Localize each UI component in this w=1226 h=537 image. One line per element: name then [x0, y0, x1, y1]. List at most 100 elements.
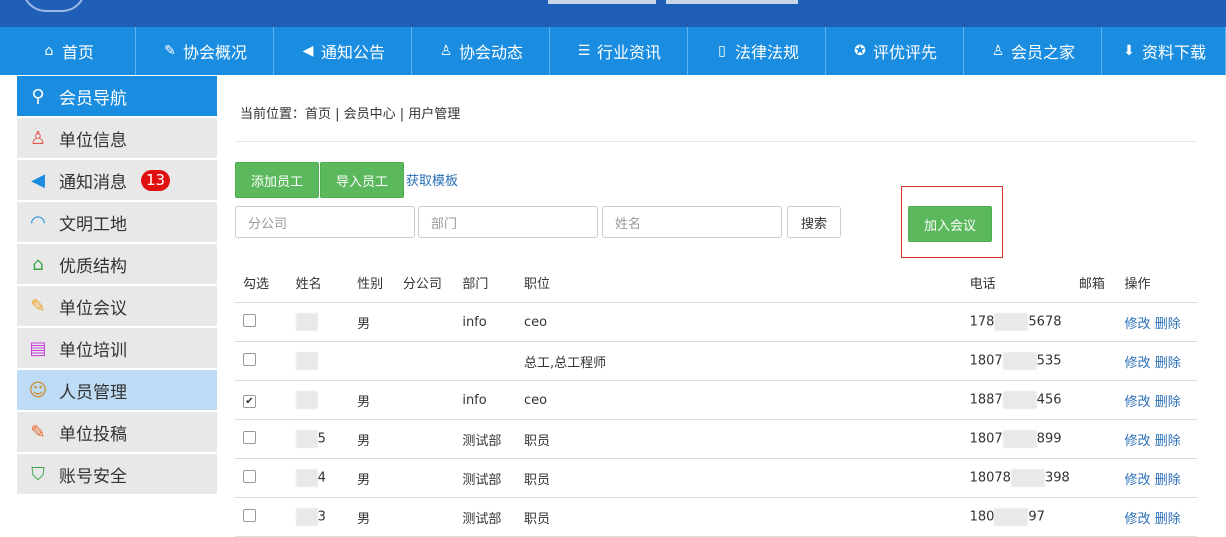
- column-header: 部门: [462, 262, 524, 303]
- delete-link[interactable]: 删除: [1155, 317, 1181, 332]
- house-icon: ⌂: [32, 253, 44, 275]
- delete-link[interactable]: 删除: [1155, 473, 1181, 488]
- top-tab[interactable]: [548, 0, 656, 4]
- sidebar-item-0[interactable]: ⚲ 会员导航: [17, 76, 217, 116]
- nav-item-6[interactable]: ✪ 评优评先: [826, 27, 964, 75]
- row-checkbox[interactable]: [243, 508, 256, 522]
- delete-link[interactable]: 删除: [1155, 434, 1181, 449]
- edit-link[interactable]: 修改: [1125, 512, 1151, 527]
- edit-link[interactable]: 修改: [1125, 434, 1151, 449]
- dept-input[interactable]: 部门: [418, 206, 598, 238]
- delete-link[interactable]: 删除: [1155, 395, 1181, 410]
- email-cell: [1078, 419, 1125, 459]
- sidebar-item-label: 账号安全: [59, 466, 127, 487]
- breadcrumb: 当前位置：首页 | 会员中心 | 用户管理: [240, 107, 461, 122]
- nav-item-0[interactable]: ⌂ 首页: [0, 27, 136, 75]
- add-employee-button[interactable]: 添加员工: [235, 162, 319, 198]
- dept-cell: [462, 341, 524, 381]
- redacted-phone: [994, 313, 1029, 331]
- phone-suffix: 5678: [1028, 314, 1062, 330]
- column-header: 勾选: [235, 262, 296, 303]
- row-checkbox[interactable]: ✔: [243, 394, 256, 408]
- table-row: 3 男 测试部 职员 180 97 修改 删除: [235, 497, 1197, 537]
- table-row: 5 男 测试部 职员 1807 899 修改 删除: [235, 419, 1197, 459]
- phone-suffix: 456: [1036, 392, 1062, 408]
- edit-link[interactable]: 修改: [1125, 395, 1151, 410]
- nav-item-label: 协会概况: [182, 43, 247, 62]
- name-text: 4: [317, 470, 326, 486]
- row-checkbox[interactable]: [243, 430, 256, 444]
- sidebar-item-7[interactable]: ☺ 人员管理: [17, 370, 217, 410]
- phone-suffix: 398: [1044, 470, 1070, 486]
- nav-item-1[interactable]: ✎ 协会概况: [136, 27, 274, 75]
- helmet-icon: ◠: [30, 211, 46, 233]
- gender-cell: [357, 341, 403, 381]
- import-employee-button[interactable]: 导入员工: [320, 162, 404, 198]
- gender-cell: 男: [357, 302, 403, 342]
- row-checkbox[interactable]: [243, 313, 256, 327]
- nav-item-8[interactable]: ⬇ 资料下载: [1102, 27, 1226, 75]
- column-header: 职位: [523, 262, 970, 303]
- row-checkbox-cell: [235, 419, 296, 459]
- edit-doc-icon: ✎: [164, 43, 176, 59]
- join-meeting-button[interactable]: 加入会议: [908, 206, 992, 242]
- sidebar-item-label: 人员管理: [59, 382, 127, 403]
- award-icon: ✪: [854, 43, 866, 59]
- nav-item-4[interactable]: ☰ 行业资讯: [550, 27, 688, 75]
- nav-item-7[interactable]: ♙ 会员之家: [964, 27, 1102, 75]
- dept-cell: 测试部: [462, 458, 524, 498]
- nav-item-label: 协会动态: [458, 43, 523, 62]
- branch-input[interactable]: 分公司: [235, 206, 415, 238]
- nav-item-3[interactable]: ♙ 协会动态: [412, 27, 550, 75]
- branch-cell: [402, 458, 463, 498]
- row-checkbox-cell: [235, 341, 296, 381]
- delete-link[interactable]: 删除: [1155, 356, 1181, 371]
- actions-cell: 修改 删除: [1124, 458, 1197, 498]
- edit-link[interactable]: 修改: [1125, 473, 1151, 488]
- sidebar-item-4[interactable]: ⌂ 优质结构: [17, 244, 217, 284]
- list-doc-icon: ☰: [577, 43, 591, 59]
- email-cell: [1078, 497, 1125, 537]
- table-row: 男 info ceo 178 5678 修改 删除: [235, 302, 1197, 342]
- edit-link[interactable]: 修改: [1125, 356, 1151, 371]
- column-header: 邮箱: [1078, 262, 1125, 303]
- name-text: 3: [317, 509, 326, 525]
- table-row: 总工,总工程师 1807 535 修改 删除: [235, 341, 1197, 381]
- delete-link[interactable]: 删除: [1155, 512, 1181, 527]
- edit-link[interactable]: 修改: [1125, 317, 1151, 332]
- branch-cell: [402, 341, 463, 381]
- sidebar-item-label: 单位会议: [59, 298, 127, 319]
- sidebar-item-9[interactable]: ⛉ 账号安全: [17, 454, 217, 494]
- nav-item-2[interactable]: ◀ 通知公告: [274, 27, 412, 75]
- search-button[interactable]: 搜索: [787, 206, 841, 238]
- row-checkbox[interactable]: [243, 469, 256, 483]
- column-header: 姓名: [295, 262, 358, 303]
- sidebar-item-8[interactable]: ✎ 单位投稿: [17, 412, 217, 452]
- actions-cell: 修改 删除: [1124, 419, 1197, 459]
- phone-prefix: 1807: [969, 431, 1003, 447]
- actions-cell: 修改 删除: [1124, 497, 1197, 537]
- position-cell: 职员: [523, 497, 970, 537]
- name-input[interactable]: 姓名: [602, 206, 782, 238]
- name-cell: [295, 380, 358, 420]
- nav-item-label: 法律法规: [734, 43, 799, 62]
- sidebar-item-5[interactable]: ✎ 单位会议: [17, 286, 217, 326]
- dept-cell: 测试部: [462, 419, 524, 459]
- sidebar-item-3[interactable]: ◠ 文明工地: [17, 202, 217, 242]
- phone-cell: 1807 899: [969, 419, 1079, 459]
- nav-item-5[interactable]: ▯ 法律法规: [688, 27, 826, 75]
- top-tab[interactable]: [666, 0, 798, 4]
- phone-suffix: 899: [1036, 431, 1062, 447]
- position-cell: 职员: [523, 458, 970, 498]
- sidebar-item-6[interactable]: ▤ 单位培训: [17, 328, 217, 368]
- unread-badge: 13: [141, 169, 171, 191]
- dept-cell: 测试部: [462, 497, 524, 537]
- name-text: 5: [317, 431, 326, 447]
- get-template-link[interactable]: 获取模板: [406, 170, 458, 189]
- home-icon: ⌂: [44, 43, 54, 59]
- sidebar-item-2[interactable]: ◀ 通知消息 13: [17, 160, 217, 200]
- redacted-phone: [994, 508, 1029, 526]
- sidebar-item-1[interactable]: ♙ 单位信息: [17, 118, 217, 158]
- row-checkbox[interactable]: [243, 352, 256, 366]
- redacted-phone: [1002, 430, 1037, 448]
